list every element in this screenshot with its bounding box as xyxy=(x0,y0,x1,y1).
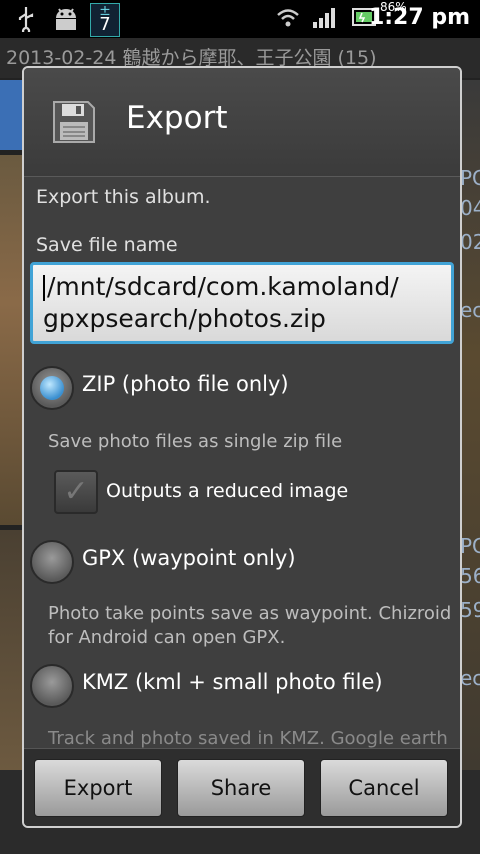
file-name-input[interactable]: /mnt/sdcard/com.kamoland/ gpxpsearch/pho… xyxy=(30,262,454,344)
file-name-value-line1: /mnt/sdcard/com.kamoland/ xyxy=(47,272,399,301)
dialog-button-bar: Export Share Cancel xyxy=(24,748,460,826)
export-button[interactable]: Export xyxy=(34,759,162,817)
side-text: 56 xyxy=(460,564,480,588)
calendar-top: ± xyxy=(99,3,111,19)
radio-button-kmz[interactable] xyxy=(30,664,74,708)
wifi-icon xyxy=(276,6,300,34)
gpx-description-line1: Photo take points save as waypoint. Chiz… xyxy=(48,603,452,624)
photo-thumbnail[interactable] xyxy=(0,530,22,770)
radio-label-zip: ZIP (photo file only) xyxy=(82,372,289,396)
radio-option-zip[interactable]: ZIP (photo file only) xyxy=(30,366,450,412)
side-text: PG xyxy=(460,534,480,558)
file-name-value-line2: gpxpsearch/photos.zip xyxy=(43,304,326,333)
calendar-notification-icon: ± 7 xyxy=(90,3,120,37)
side-text: ec xyxy=(460,666,480,690)
usb-icon xyxy=(14,6,38,36)
share-button[interactable]: Share xyxy=(177,759,305,817)
side-text: 02 xyxy=(460,230,480,254)
photo-thumbnail[interactable] xyxy=(0,155,22,525)
dialog-title-bar: Export xyxy=(24,68,460,177)
file-name-label: Save file name xyxy=(36,234,178,256)
radio-label-kmz: KMZ (kml + small photo file) xyxy=(82,670,383,694)
radio-option-kmz[interactable]: KMZ (kml + small photo file) xyxy=(30,664,450,710)
radio-button-zip[interactable] xyxy=(30,366,74,410)
reduced-image-checkbox[interactable]: ✓ xyxy=(54,470,98,514)
gpx-description-line2: for Android can open GPX. xyxy=(48,627,286,648)
cancel-button[interactable]: Cancel xyxy=(320,759,448,817)
android-debug-icon xyxy=(52,6,80,36)
side-text: ec xyxy=(460,298,480,322)
side-text: PG xyxy=(460,166,480,190)
side-text: 59 xyxy=(460,598,480,622)
reduced-image-option[interactable]: ✓ Outputs a reduced image xyxy=(54,470,434,518)
export-dialog: Export Export this album. Save file name… xyxy=(22,66,462,828)
zip-description: Save photo files as single zip file xyxy=(48,431,343,452)
clock: 1:27 pm xyxy=(368,5,470,30)
status-bar: ± 7 86% 1:27 pm xyxy=(0,0,480,38)
radio-option-gpx[interactable]: GPX (waypoint only) xyxy=(30,540,450,586)
text-caret xyxy=(43,275,45,301)
radio-button-gpx[interactable] xyxy=(30,540,74,584)
reduced-image-label: Outputs a reduced image xyxy=(106,480,349,502)
kmz-description: Track and photo saved in KMZ. Google ear… xyxy=(48,728,448,749)
dialog-title: Export xyxy=(126,100,228,136)
radio-label-gpx: GPX (waypoint only) xyxy=(82,546,296,570)
floppy-disk-icon xyxy=(52,100,96,144)
side-text: 04 xyxy=(460,196,480,220)
photo-thumbnail[interactable] xyxy=(0,80,22,150)
dialog-intro-text: Export this album. xyxy=(36,186,211,208)
signal-icon xyxy=(312,6,338,34)
